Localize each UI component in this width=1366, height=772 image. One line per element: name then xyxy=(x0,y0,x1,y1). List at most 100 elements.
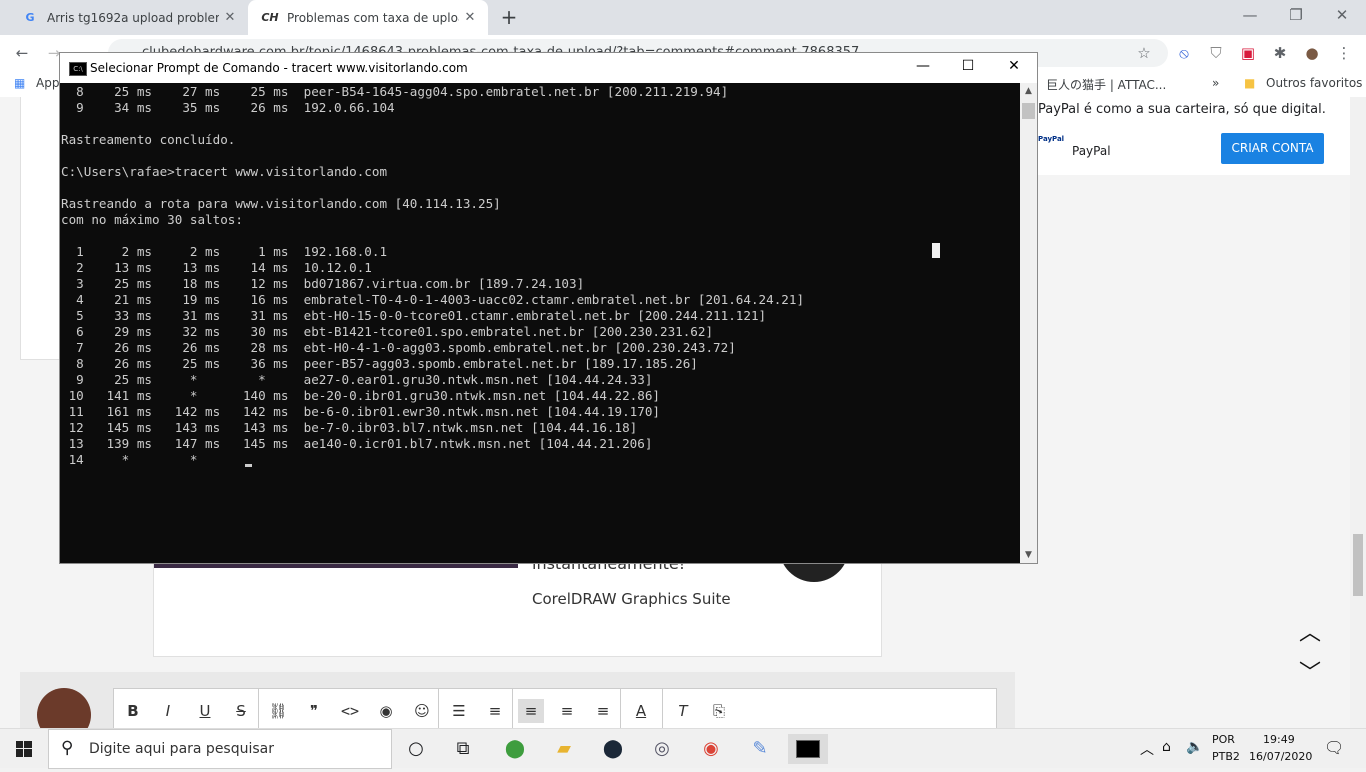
tab-title: Arris tg1692a upload problem - P xyxy=(47,10,219,25)
console-line: 14 * * xyxy=(61,452,198,467)
windows-start-button[interactable] xyxy=(0,729,48,769)
console-scrollbar[interactable]: ▲ ▼ xyxy=(1020,83,1037,563)
console-output[interactable]: 8 25 ms 27 ms 25 ms peer-B54-1645-agg04.… xyxy=(60,83,1020,563)
tab-title: Problemas com taxa de upload - xyxy=(287,10,459,25)
google-favicon-icon: G xyxy=(25,11,35,24)
preview-icon[interactable]: ⎘ xyxy=(706,699,732,723)
file-explorer-icon[interactable]: ▰ xyxy=(549,734,579,764)
coreldraw-ad[interactable]: instantaneamente! CorelDRAW Graphics Sui… xyxy=(153,538,882,657)
spoiler-eye-icon[interactable]: ◉ xyxy=(373,699,399,723)
close-window-icon[interactable]: ✕ xyxy=(1322,6,1362,24)
clock-time[interactable]: 19:49 xyxy=(1263,733,1295,746)
clear-format-icon[interactable]: T xyxy=(670,699,696,723)
search-input[interactable]: Digite aqui para pesquisar xyxy=(89,741,274,757)
align-center-icon[interactable]: ≡ xyxy=(554,699,580,723)
utorrent-icon[interactable]: ⬤ xyxy=(500,734,530,764)
console-line: C:\Users\rafae>tracert www.visitorlando.… xyxy=(61,164,388,179)
bookmarks-more[interactable]: » xyxy=(1212,76,1219,90)
clock-date[interactable]: 16/07/2020 xyxy=(1249,750,1312,763)
cmd-icon: C:\ xyxy=(69,62,87,76)
italic-icon[interactable]: I xyxy=(155,699,181,723)
divider xyxy=(662,689,663,729)
quote-icon[interactable]: ❞ xyxy=(301,699,327,723)
console-maximize-icon[interactable]: ☐ xyxy=(945,58,991,74)
reply-editor: B I U S ⛓ ❞ <> ◉ ☺ ☰ ≡ ≡ ≡ ≡ A T ⎘ xyxy=(20,672,1015,729)
steam-icon[interactable]: ⬤ xyxy=(598,734,628,764)
apps-grid-icon[interactable]: ▦ xyxy=(14,76,25,90)
tab-arris[interactable]: G Arris tg1692a upload problem - P ✕ xyxy=(8,0,248,35)
console-line: 10 141 ms * 140 ms be-20-0.ibr01.gru30.n… xyxy=(61,388,660,403)
align-left-icon[interactable]: ≡ xyxy=(518,699,544,723)
console-scroll-up-icon[interactable]: ▲ xyxy=(1020,83,1037,99)
console-line: Rastreamento concluído. xyxy=(61,132,236,147)
emoji-icon[interactable]: ☺ xyxy=(409,699,435,723)
language-bottom[interactable]: PTB2 xyxy=(1212,750,1240,763)
selection-block xyxy=(932,243,940,258)
chrome-icon[interactable]: ◉ xyxy=(696,734,726,764)
bold-icon[interactable]: B xyxy=(120,699,146,723)
tab-problemas[interactable]: CH Problemas com taxa de upload - ✕ xyxy=(248,0,488,35)
underline-icon[interactable]: U xyxy=(192,699,218,723)
bookmark-attack[interactable]: 巨人の猫手 | ATTAC... xyxy=(1046,76,1166,93)
console-scroll-thumb[interactable] xyxy=(1022,103,1035,119)
console-line: com no máximo 30 saltos: xyxy=(61,212,243,227)
paypal-name: PayPal xyxy=(1072,144,1111,158)
console-line: 11 161 ms 142 ms 142 ms be-6-0.ibr01.ewr… xyxy=(61,404,660,419)
menu-kebab-icon[interactable]: ⋮ xyxy=(1332,41,1356,65)
extensions-puzzle-icon[interactable]: ✱ xyxy=(1268,41,1292,65)
divider xyxy=(620,689,621,729)
close-tab-icon[interactable]: ✕ xyxy=(222,10,238,25)
console-line: 9 34 ms 35 ms 26 ms 192.0.66.104 xyxy=(61,100,395,115)
webcam-icon[interactable]: ◎ xyxy=(647,734,677,764)
search-icon: ⚲ xyxy=(61,738,74,758)
console-line: 4 21 ms 19 ms 16 ms embratel-T0-4-0-1-40… xyxy=(61,292,805,307)
tab-strip: G Arris tg1692a upload problem - P ✕ CH … xyxy=(0,0,1366,35)
ad-product-name: CorelDRAW Graphics Suite xyxy=(532,590,731,608)
link-icon[interactable]: ⛓ xyxy=(265,699,291,723)
code-icon[interactable]: <> xyxy=(337,699,363,723)
cmd-taskbar-icon[interactable] xyxy=(788,734,828,764)
bulleted-list-icon[interactable]: ☰ xyxy=(446,699,472,723)
minimize-icon[interactable]: — xyxy=(1230,6,1270,24)
console-titlebar[interactable]: C:\ Selecionar Prompt de Comando - trace… xyxy=(60,53,1037,83)
page-scroll-thumb[interactable] xyxy=(1353,534,1363,596)
console-line: 7 26 ms 26 ms 28 ms ebt-H0-4-1-0-agg03.s… xyxy=(61,340,736,355)
volume-icon[interactable]: 🔈 xyxy=(1186,739,1203,755)
console-line: 2 13 ms 13 ms 14 ms 10.12.0.1 xyxy=(61,260,372,275)
new-tab-icon[interactable]: + xyxy=(498,6,520,28)
align-right-icon[interactable]: ≡ xyxy=(590,699,616,723)
language-top[interactable]: POR xyxy=(1212,733,1235,746)
block-extension-icon[interactable]: ⦸ xyxy=(1172,41,1196,65)
red-extension-icon[interactable]: ▣ xyxy=(1236,41,1260,65)
scroll-up-icon[interactable]: ︿ xyxy=(1296,615,1324,646)
network-icon[interactable]: ⌂ xyxy=(1162,739,1171,755)
console-scroll-down-icon[interactable]: ▼ xyxy=(1020,547,1037,563)
notifications-icon[interactable]: 🗨 xyxy=(1324,738,1344,757)
task-view-icon[interactable]: ⧉ xyxy=(448,734,478,764)
strikethrough-icon[interactable]: S xyxy=(228,699,254,723)
shield-extension-icon[interactable]: ⛉ xyxy=(1204,41,1228,65)
profile-avatar-icon[interactable]: ● xyxy=(1300,41,1324,65)
numbered-list-icon[interactable]: ≡ xyxy=(482,699,508,723)
restore-icon[interactable]: ❐ xyxy=(1276,6,1316,24)
star-icon[interactable]: ☆ xyxy=(1132,41,1156,65)
page-scrollbar[interactable] xyxy=(1350,97,1366,729)
scroll-down-icon[interactable]: ﹀ xyxy=(1296,655,1324,686)
console-line: 6 29 ms 32 ms 30 ms ebt-B1421-tcore01.sp… xyxy=(61,324,714,339)
taskbar-search-box[interactable]: ⚲ Digite aqui para pesquisar xyxy=(48,729,392,769)
close-tab-icon[interactable]: ✕ xyxy=(462,10,478,25)
windows-logo-icon xyxy=(16,741,32,757)
text-color-icon[interactable]: A xyxy=(628,699,654,723)
tray-chevron-icon[interactable]: ︿ xyxy=(1140,739,1154,759)
command-prompt-window: C:\ Selecionar Prompt de Comando - trace… xyxy=(59,52,1038,564)
console-minimize-icon[interactable]: — xyxy=(900,58,946,74)
divider xyxy=(258,689,259,729)
back-icon[interactable]: ← xyxy=(10,41,34,65)
avatar xyxy=(37,688,91,729)
cortana-icon[interactable]: ○ xyxy=(401,734,431,764)
criar-conta-button[interactable]: CRIAR CONTA xyxy=(1221,133,1324,164)
bookmark-outros-favoritos[interactable]: Outros favoritos xyxy=(1266,76,1362,90)
text-cursor xyxy=(245,464,252,467)
paint-icon[interactable]: ✎ xyxy=(745,734,775,764)
console-close-icon[interactable]: ✕ xyxy=(991,58,1037,74)
